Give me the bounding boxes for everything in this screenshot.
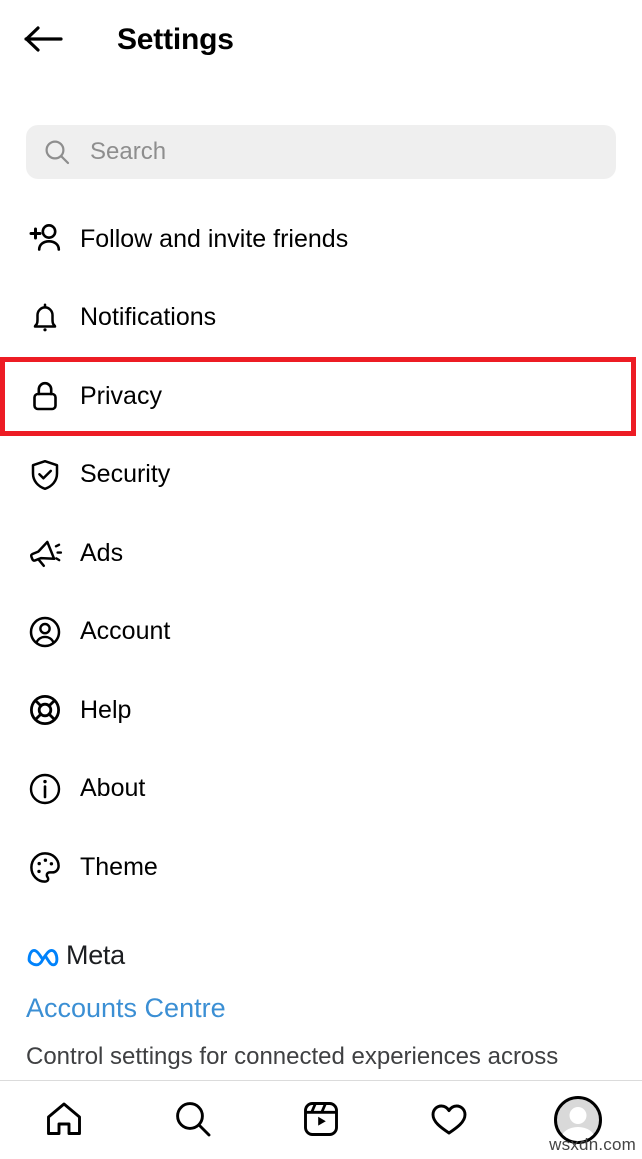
menu-item-privacy[interactable]: Privacy [0, 357, 636, 436]
menu-item-label: Help [80, 695, 132, 724]
menu-item-label: Account [80, 617, 171, 646]
app-header: Settings [0, 0, 642, 80]
back-button[interactable] [20, 16, 68, 64]
menu-item-security[interactable]: Security [0, 435, 642, 514]
life-ring-icon [26, 691, 64, 729]
lock-icon [26, 377, 64, 415]
watermark: wsxdn.com [549, 1135, 636, 1154]
bottom-navigation-bar: wsxdn.com [0, 1080, 642, 1159]
nav-search[interactable] [161, 1090, 225, 1150]
nav-reels[interactable] [289, 1090, 353, 1150]
menu-item-notifications[interactable]: Notifications [0, 278, 642, 357]
nav-home[interactable] [32, 1090, 96, 1150]
search-icon [171, 1097, 215, 1144]
menu-item-account[interactable]: Account [0, 592, 642, 671]
settings-screen: Settings Follow and invite friends [0, 0, 642, 1159]
info-circle-icon [26, 770, 64, 808]
menu-item-label: Theme [80, 852, 158, 881]
accounts-centre-link[interactable]: Accounts Centre [0, 993, 642, 1024]
meta-description: Control settings for connected experienc… [26, 1042, 559, 1070]
menu-item-theme[interactable]: Theme [0, 828, 642, 907]
reels-icon [299, 1097, 343, 1144]
menu-item-about[interactable]: About [0, 749, 642, 828]
shield-check-icon [26, 456, 64, 494]
palette-icon [26, 848, 64, 886]
menu-item-label: Follow and invite friends [80, 224, 349, 253]
menu-item-help[interactable]: Help [0, 671, 642, 750]
nav-activity[interactable] [417, 1090, 481, 1150]
menu-item-label: Notifications [80, 303, 217, 332]
menu-item-follow-and-invite-friends[interactable]: Follow and invite friends [0, 200, 642, 279]
menu-item-ads[interactable]: Ads [0, 514, 642, 593]
bell-icon [26, 299, 64, 337]
menu-item-label: Security [80, 460, 171, 489]
avatar-head [569, 1107, 587, 1124]
menu-item-label: About [80, 774, 146, 803]
search-bar[interactable] [26, 125, 616, 179]
megaphone-icon [26, 534, 64, 572]
menu-item-label: Privacy [80, 381, 162, 410]
menu-item-label: Ads [80, 538, 124, 567]
person-add-icon [26, 220, 64, 258]
settings-menu: Follow and invite friends Notifications … [0, 200, 642, 907]
user-circle-icon [26, 613, 64, 651]
page-title: Settings [117, 23, 234, 56]
search-input[interactable] [90, 138, 598, 166]
arrow-left-icon [24, 25, 64, 56]
meta-brand-label: Meta [66, 939, 125, 970]
meta-infinity-logo-icon [26, 943, 60, 967]
meta-brand: Meta [0, 930, 642, 980]
heart-icon [427, 1097, 471, 1144]
meta-section: Meta Accounts Centre Control settings fo… [0, 930, 642, 1072]
home-icon [42, 1097, 86, 1144]
search-icon [44, 139, 70, 165]
